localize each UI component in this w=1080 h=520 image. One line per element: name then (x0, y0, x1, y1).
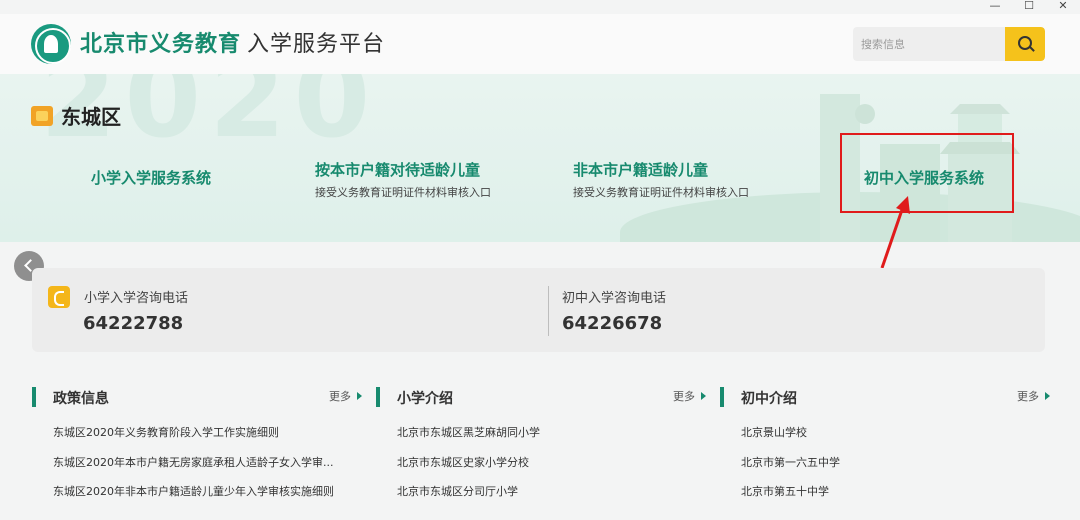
middle-school-list: 北京景山学校 北京市第一六五中学 北京市第五十中学 (741, 425, 1051, 514)
system-title: 按本市户籍对待适龄儿童 (315, 161, 481, 179)
play-arrow-icon (1045, 392, 1050, 400)
site-title[interactable]: 北京市义务教育 入学服务平台 (80, 30, 385, 60)
search-box (853, 27, 1045, 61)
more-link[interactable]: 更多 (329, 388, 362, 404)
primary-school-system-link[interactable]: 小学入学服务系统 (91, 167, 211, 188)
list-item[interactable]: 北京景山学校 (741, 425, 1051, 455)
primary-school-list: 北京市东城区黑芝麻胡同小学 北京市东城区史家小学分校 北京市东城区分司厅小学 (397, 425, 707, 514)
more-link[interactable]: 更多 (673, 388, 706, 404)
list-item[interactable]: 北京市第一六五中学 (741, 455, 1051, 485)
nonlocal-hukou-review-link[interactable]: 非本市户籍适龄儿童 接受义务教育证明证件材料审核入口 (573, 159, 749, 200)
search-input[interactable] (853, 27, 1005, 61)
search-button[interactable] (1005, 27, 1045, 61)
local-hukou-review-link[interactable]: 按本市户籍对待适龄儿童 接受义务教育证明证件材料审核入口 (315, 159, 491, 200)
close-icon[interactable]: ✕ (1046, 0, 1080, 14)
list-item[interactable]: 东城区2020年本市户籍无房家庭承租人适龄子女入学审... (53, 455, 363, 485)
section-accent-bar (720, 387, 724, 407)
minimize-icon[interactable]: — (978, 0, 1012, 14)
site-header: 北京市义务教育 入学服务平台 (0, 14, 1080, 74)
maximize-icon[interactable]: ☐ (1012, 0, 1046, 14)
district-name: 东城区 (61, 105, 121, 129)
play-arrow-icon (701, 392, 706, 400)
system-subtitle: 接受义务教育证明证件材料审核入口 (315, 186, 491, 199)
middle-phone-number: 64226678 (562, 313, 663, 334)
annotation-arrow-icon (880, 196, 910, 269)
section-title: 小学介绍 (397, 391, 453, 407)
list-item[interactable]: 北京市第五十中学 (741, 484, 1051, 514)
primary-phone-number: 64222788 (83, 313, 184, 334)
contact-divider (548, 286, 549, 336)
more-link[interactable]: 更多 (1017, 388, 1050, 404)
primary-phone-label: 小学入学咨询电话 (84, 291, 189, 306)
section-title: 政策信息 (53, 391, 109, 407)
list-item[interactable]: 东城区2020年义务教育阶段入学工作实施细则 (53, 425, 363, 455)
more-label: 更多 (673, 390, 695, 403)
window-controls: — ☐ ✕ (978, 0, 1080, 14)
section-accent-bar (376, 387, 380, 407)
system-title: 小学入学服务系统 (91, 169, 212, 187)
middle-phone-label: 初中入学咨询电话 (562, 291, 667, 306)
section-title: 初中介绍 (741, 391, 797, 407)
list-item[interactable]: 北京市东城区史家小学分校 (397, 455, 707, 485)
list-item[interactable]: 东城区2020年非本市户籍适龄儿童少年入学审核实施细则 (53, 484, 363, 514)
phone-icon (48, 286, 70, 308)
annotation-highlight-box (840, 133, 1014, 213)
more-label: 更多 (1017, 390, 1039, 403)
policy-list: 东城区2020年义务教育阶段入学工作实施细则 东城区2020年本市户籍无房家庭承… (53, 425, 363, 514)
more-label: 更多 (329, 390, 351, 403)
site-title-main: 北京市义务教育 (80, 32, 242, 57)
site-title-sub: 入学服务平台 (247, 32, 386, 57)
platform-logo-icon[interactable] (31, 24, 71, 64)
consult-phone-card: 小学入学咨询电话 64222788 初中入学咨询电话 64226678 (32, 268, 1045, 352)
district-icon (31, 105, 53, 126)
district-heading: 东城区 (31, 101, 121, 130)
system-title: 非本市户籍适龄儿童 (573, 161, 709, 179)
system-subtitle: 接受义务教育证明证件材料审核入口 (573, 186, 749, 199)
list-item[interactable]: 北京市东城区黑芝麻胡同小学 (397, 425, 707, 455)
play-arrow-icon (357, 392, 362, 400)
list-item[interactable]: 北京市东城区分司厅小学 (397, 484, 707, 514)
section-accent-bar (32, 387, 36, 407)
